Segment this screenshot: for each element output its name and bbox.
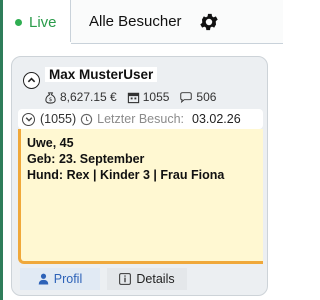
visits-value: 1055 <box>142 90 170 104</box>
tab-details[interactable]: Details <box>107 268 187 290</box>
balance-stat: $ 8,627.15 € <box>44 90 117 104</box>
visit-count: (1055) <box>40 112 77 126</box>
left-accent-rail <box>0 0 3 300</box>
info-icon <box>119 273 132 285</box>
tab-profil[interactable]: Profil <box>20 268 100 290</box>
tab-profil-label: Profil <box>53 272 83 286</box>
visitor-card: Max MusterUser $ 8,627.15 € 1055 506 (10… <box>11 56 268 296</box>
svg-text:$: $ <box>49 97 53 103</box>
clock-icon <box>80 113 93 125</box>
tab-details-label: Details <box>136 272 175 286</box>
tab-live[interactable]: Live <box>3 0 71 44</box>
user-icon <box>38 273 49 285</box>
note-line-1: Uwe, 45 <box>27 136 74 150</box>
note-line-3: Hund: Rex | Kinder 3 | Frau Fiona <box>27 168 225 182</box>
gear-icon[interactable] <box>198 11 220 33</box>
money-bag-icon: $ <box>45 91 56 104</box>
collapse-up-button[interactable] <box>23 72 40 89</box>
tab-alle-besucher[interactable]: Alle Besucher <box>71 0 283 44</box>
expand-toggle[interactable] <box>22 112 35 126</box>
visitor-note: Uwe, 45 Geb: 23. September Hund: Rex | K… <box>18 129 263 264</box>
visitor-card-header: Max MusterUser $ 8,627.15 € 1055 506 <box>12 57 267 109</box>
chevron-down-icon <box>25 117 32 122</box>
visitor-name: Max MusterUser <box>45 67 158 82</box>
visits-stat: 1055 <box>127 90 170 104</box>
visitor-stats: $ 8,627.15 € 1055 506 <box>44 90 226 104</box>
calendar-icon <box>127 92 139 103</box>
balance-value: 8,627.15 € <box>60 90 117 104</box>
card-bottom-tabs: Profil Details <box>20 268 187 290</box>
last-visit-row[interactable]: (1055) Letzter Besuch: 03.02.26 <box>18 109 263 129</box>
tab-alle-besucher-label: Alle Besucher <box>89 13 182 30</box>
tab-live-label: Live <box>29 13 57 31</box>
last-visit-date: 03.02.26 <box>192 112 241 126</box>
top-tab-bar: Live Alle Besucher <box>3 0 283 44</box>
messages-value: 506 <box>196 90 217 104</box>
chat-bubble-icon <box>180 91 193 103</box>
note-line-2: Geb: 23. September <box>27 152 145 166</box>
last-visit-label: Letzter Besuch: <box>97 112 184 126</box>
messages-stat: 506 <box>179 90 216 104</box>
chevron-up-icon <box>27 77 36 83</box>
live-status-dot <box>15 18 22 26</box>
